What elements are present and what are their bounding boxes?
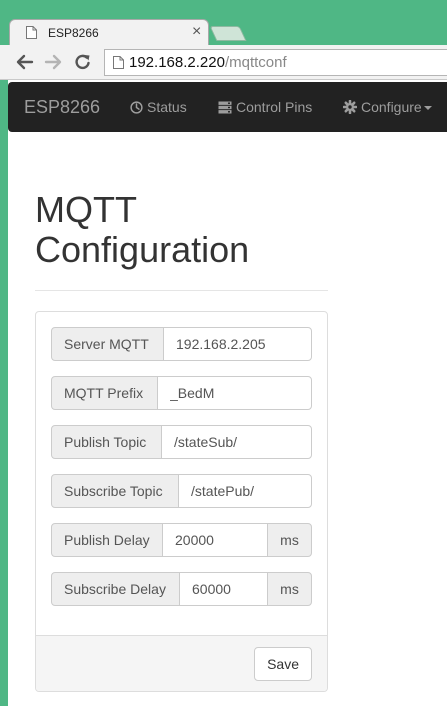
publish-delay-input[interactable]	[162, 523, 268, 557]
nav-item-label: Status	[147, 99, 187, 115]
nav-item-control-pins[interactable]: Control Pins	[218, 99, 312, 115]
page-icon	[113, 56, 124, 69]
mqtt-prefix-input[interactable]	[157, 376, 312, 410]
reload-icon[interactable]	[72, 52, 94, 72]
gear-icon	[342, 99, 358, 115]
url-host: 192.168.2.220	[129, 54, 225, 71]
title-divider	[35, 290, 328, 291]
browser-toolbar: 192.168.2.220/mqttconf	[0, 45, 447, 80]
nav-item-label: Configure	[361, 99, 422, 115]
new-tab-button[interactable]	[209, 26, 247, 41]
close-icon[interactable]: ×	[192, 23, 201, 41]
page-title-line-1: MQTT	[35, 189, 137, 230]
page-content: ESP8266 Status Control Pins Configure MQ…	[8, 80, 447, 706]
save-button[interactable]: Save	[254, 647, 312, 681]
dashboard-icon	[130, 101, 143, 114]
page-title-line-2: Configuration	[35, 229, 250, 270]
browser-tab[interactable]: ESP8266 ×	[9, 19, 209, 46]
chevron-down-icon	[423, 106, 432, 110]
subscribe-delay-label: Subscribe Delay	[51, 572, 180, 606]
page-icon	[26, 26, 37, 39]
panel-footer: Save	[36, 635, 327, 691]
nav-item-configure[interactable]: Configure	[342, 99, 432, 115]
url-text[interactable]: 192.168.2.220/mqttconf	[129, 54, 287, 71]
navbar-brand[interactable]: ESP8266	[24, 97, 100, 118]
server-icon	[218, 101, 232, 114]
nav-item-status[interactable]: Status	[130, 99, 187, 115]
publish-delay-label: Publish Delay	[51, 523, 163, 557]
server-mqtt-input[interactable]	[163, 327, 312, 361]
publish-delay-unit: ms	[267, 523, 312, 557]
back-arrow-icon[interactable]	[14, 52, 36, 72]
url-path: /mqttconf	[224, 54, 287, 71]
mqtt-config-panel: Server MQTT MQTT Prefix Publish Topic Su…	[35, 311, 328, 692]
publish-topic-input[interactable]	[161, 425, 312, 459]
address-bar[interactable]: 192.168.2.220/mqttconf	[104, 49, 447, 76]
browser-tab-strip: ESP8266 ×	[0, 0, 447, 46]
subscribe-topic-input[interactable]	[178, 474, 312, 508]
subscribe-delay-input[interactable]	[179, 572, 268, 606]
nav-item-label: Control Pins	[236, 99, 313, 115]
forward-arrow-icon[interactable]	[42, 52, 64, 72]
server-mqtt-label: Server MQTT	[51, 327, 164, 361]
page-title: MQTT Configuration	[35, 190, 335, 270]
tab-title: ESP8266	[48, 26, 99, 40]
subscribe-delay-unit: ms	[267, 572, 312, 606]
subscribe-topic-label: Subscribe Topic	[51, 474, 179, 508]
publish-topic-label: Publish Topic	[51, 425, 162, 459]
mqtt-prefix-label: MQTT Prefix	[51, 376, 158, 410]
top-navbar: ESP8266 Status Control Pins Configure	[8, 82, 447, 132]
